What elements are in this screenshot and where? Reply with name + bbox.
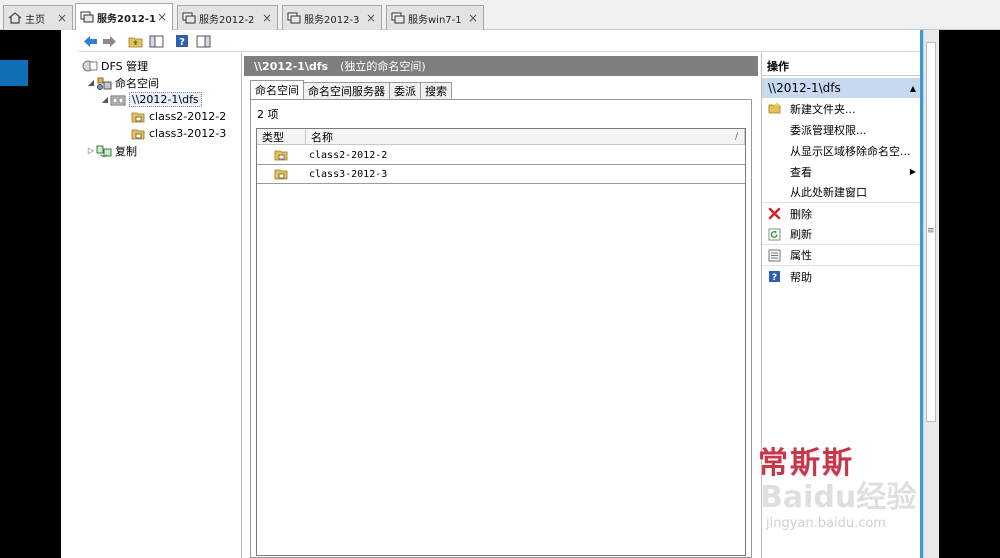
up-folder-button[interactable]: [127, 33, 143, 49]
expanded-icon[interactable]: ◢: [86, 78, 96, 87]
item-count: 2 项: [257, 108, 279, 121]
back-button[interactable]: [82, 33, 98, 49]
console-tree-icon: [149, 35, 163, 47]
close-icon[interactable]: ×: [262, 11, 272, 25]
console-tree: DFS 管理 ◢ 命名空间 ◢ \\2012-1\dfs class2-2012…: [78, 53, 242, 558]
tab-home[interactable]: 主页 ×: [3, 5, 73, 30]
tab-server-2012-1[interactable]: 服务2012-1 ×: [75, 3, 173, 30]
results-tabs: 命名空间 命名空间服务器 委派 搜索: [250, 80, 452, 99]
action-delete[interactable]: 删除: [762, 203, 922, 224]
action-properties[interactable]: 属性: [762, 245, 922, 266]
new-folder-icon: [768, 102, 781, 114]
namespace-tab-page: 2 项 类型 名称 / class2-2012-2 class3-2012-3: [250, 99, 752, 558]
tab-delegation[interactable]: 委派: [389, 82, 421, 99]
actions-section-header[interactable]: \\2012-1\dfs ▲: [762, 78, 924, 98]
dfs-folder-icon: [274, 169, 288, 180]
vm-icon: [80, 11, 94, 23]
collapsed-icon[interactable]: ▷: [86, 146, 96, 155]
close-icon[interactable]: ×: [57, 11, 67, 25]
vm-icon: [391, 12, 405, 24]
action-new-window[interactable]: 从此处新建窗口: [762, 182, 922, 203]
tab-bar: 主页 × 服务2012-1 × 服务2012-2 × 服务2012-3 × 服务…: [0, 0, 1000, 30]
dfs-folder-icon: [131, 129, 145, 139]
scroll-grip-icon: ≡: [927, 226, 935, 236]
table-row[interactable]: class3-2012-3: [257, 165, 745, 184]
arrow-right-icon: [102, 35, 116, 47]
action-delegate-permissions[interactable]: 委派管理权限...: [762, 119, 922, 140]
action-view[interactable]: 查看 ▶: [762, 161, 922, 182]
list-header: 类型 名称 /: [257, 129, 745, 145]
tree-item-dfs-management[interactable]: DFS 管理: [82, 57, 148, 74]
refresh-icon: [768, 228, 781, 240]
show-hide-action-pane-button[interactable]: [195, 33, 211, 49]
svg-text:?: ?: [772, 273, 777, 283]
action-refresh[interactable]: 刷新: [762, 224, 922, 245]
folder-up-icon: [128, 37, 142, 47]
tab-namespace[interactable]: 命名空间: [250, 80, 304, 99]
baidu-watermark: 常斯斯 Baidu经验 jingyan.baidu.com: [758, 438, 958, 548]
column-name[interactable]: 名称 /: [306, 129, 745, 145]
action-help[interactable]: ? 帮助: [762, 266, 922, 287]
properties-icon: [768, 249, 781, 261]
svg-text:?: ?: [179, 37, 185, 48]
namespace-icon: [97, 77, 112, 90]
home-icon: [8, 12, 22, 24]
left-black-strip: [0, 30, 62, 558]
close-icon[interactable]: ×: [157, 10, 167, 24]
expanded-icon[interactable]: ◢: [100, 95, 110, 104]
vm-icon: [287, 12, 301, 24]
tree-item-folder-class3[interactable]: class3-2012-3: [130, 125, 226, 142]
actions-title: 操作: [762, 56, 924, 76]
tab-server-win7-1[interactable]: 服务win7-1 ×: [386, 5, 484, 30]
toolbar: ?: [78, 30, 923, 52]
namespace-root-icon: [110, 95, 126, 105]
sort-indicator-icon: /: [734, 132, 738, 142]
help-button[interactable]: ?: [174, 33, 190, 49]
watermark-url: jingyan.baidu.com: [766, 516, 886, 531]
tab-search[interactable]: 搜索: [420, 82, 452, 99]
results-pane: \\2012-1\dfs (独立的命名空间) 命名空间 命名空间服务器 委派 搜…: [244, 53, 758, 558]
results-header: \\2012-1\dfs (独立的命名空间): [244, 56, 758, 76]
action-remove-namespace[interactable]: 从显示区域移除命名空...: [762, 140, 922, 161]
dfs-management-icon: [82, 60, 98, 71]
left-blue-block: [0, 60, 28, 86]
tab-server-2012-2[interactable]: 服务2012-2 ×: [177, 5, 278, 30]
help-icon: ?: [176, 35, 188, 48]
tab-server-2012-3[interactable]: 服务2012-3 ×: [282, 5, 382, 30]
action-pane-icon: [196, 35, 210, 47]
tree-item-replication[interactable]: ▷ 复制: [86, 142, 137, 159]
dfs-folder-icon: [131, 112, 145, 122]
arrow-left-icon: [83, 35, 97, 47]
collapse-icon[interactable]: ▲: [910, 84, 916, 93]
left-white-border: [61, 30, 78, 558]
tree-item-folder-class2[interactable]: class2-2012-2: [130, 108, 226, 125]
dfs-folder-icon: [274, 150, 288, 161]
column-type[interactable]: 类型: [257, 129, 306, 145]
replication-icon: [96, 145, 112, 157]
close-icon[interactable]: ×: [468, 11, 478, 25]
vm-icon: [182, 12, 196, 24]
tree-item-namespaces[interactable]: ◢ 命名空间: [86, 74, 159, 91]
close-icon[interactable]: ×: [366, 11, 376, 25]
submenu-arrow-icon: ▶: [909, 167, 916, 176]
table-row[interactable]: class2-2012-2: [257, 146, 745, 165]
tab-namespace-servers[interactable]: 命名空间服务器: [303, 82, 390, 99]
tree-item-namespace-dfs[interactable]: ◢ \\2012-1\dfs: [100, 91, 202, 108]
delete-icon: [768, 207, 781, 220]
forward-button[interactable]: [101, 33, 117, 49]
folder-list[interactable]: 类型 名称 / class2-2012-2 class3-2012-3: [256, 128, 746, 556]
action-new-folder[interactable]: 新建文件夹...: [762, 98, 922, 119]
show-hide-tree-button[interactable]: [148, 33, 164, 49]
watermark-brand: Baidu经验: [760, 480, 917, 515]
help-icon: ?: [769, 271, 780, 283]
